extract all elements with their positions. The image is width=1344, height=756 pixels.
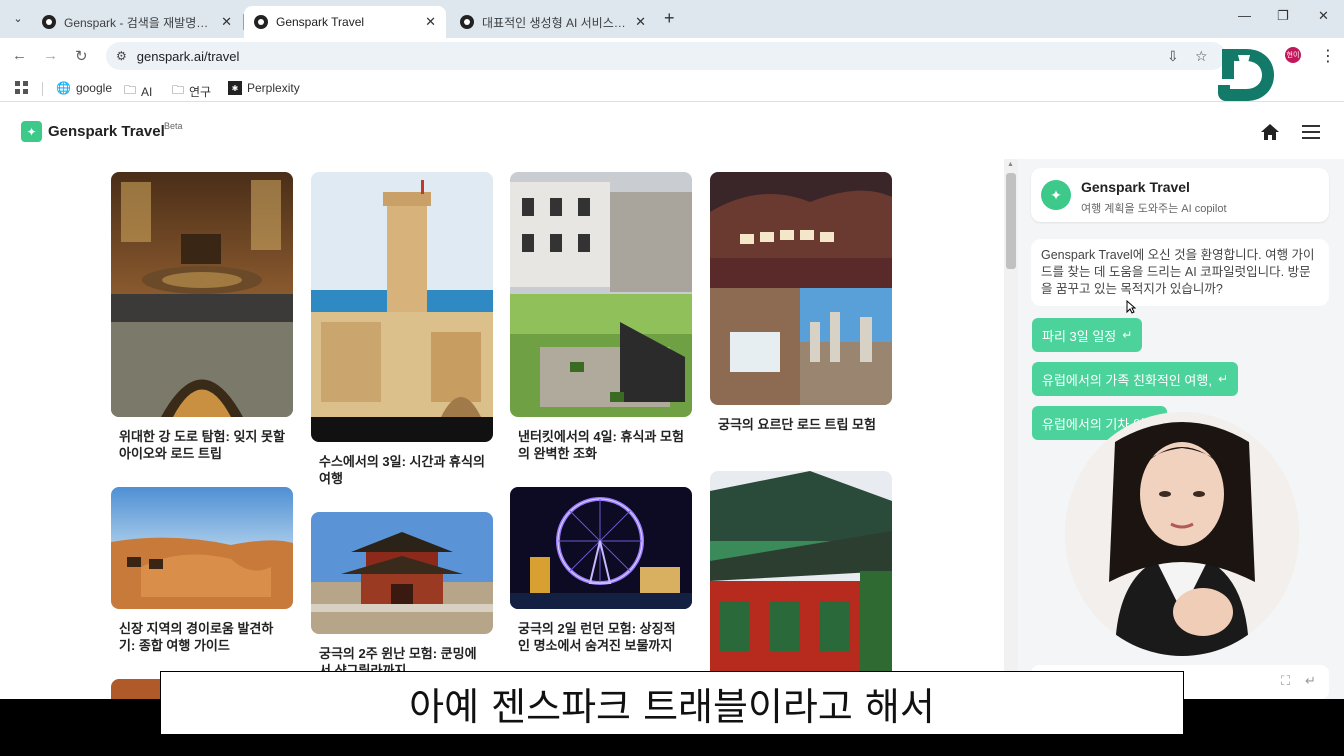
travel-guides-grid: 위대한 강 도로 탐험: 잊지 못할 아이오와 로드 트립 수스에서의 3일: … [0,159,1004,699]
tab-title: Genspark - 검색을 재발명하다 [64,15,214,30]
reload-icon[interactable]: ↻ [75,47,88,65]
address-bar[interactable]: ⚙ genspark.ai/travel [106,42,1226,70]
forward-arrow-icon[interactable]: → [43,47,58,64]
bookmark-research[interactable]: 🗀 연구 [172,81,211,102]
copilot-title: Genspark Travel [1081,179,1190,195]
card-title: 수스에서의 3일: 시간과 휴식의 여행 [319,454,485,486]
guide-card-nantucket[interactable]: 낸터킷에서의 4일: 휴식과 모험의 완벽한 조화 [510,172,692,462]
perplexity-icon: ✱ [228,81,242,95]
bookmarks-bar: 🌐 google 🗀 AI 🗀 연구 ✱ Perplexity [0,74,1344,102]
enter-icon: ↵ [1217,372,1228,386]
globe-icon: 🌐 [56,81,71,95]
bookmark-ai[interactable]: 🗀 AI [124,81,152,102]
install-app-icon[interactable]: ⇩ [1167,48,1179,65]
tab-search-chevron-icon[interactable]: ⌄ [8,8,28,28]
guide-card-palace[interactable] [710,471,892,699]
tab-ai-comparison[interactable]: 대표적인 생성형 AI 서비스 비교 ✕ [450,6,656,38]
browser-menu-icon[interactable]: ⋮ [1320,46,1336,66]
card-title: 낸터킷에서의 4일: 휴식과 모험의 완벽한 조화 [518,429,684,461]
scrollbar-thumb[interactable] [1006,173,1016,269]
copilot-header: ✦ Genspark Travel 여행 계획을 도와주는 AI copilot [1031,168,1329,222]
bookmark-perplexity[interactable]: ✱ Perplexity [228,81,300,95]
brand-title[interactable]: Genspark Travel [48,123,165,140]
url-text: genspark.ai/travel [136,48,240,64]
channel-logo-icon [1218,49,1274,101]
video-subtitle: 아예 젠스파크 트래블이라고 해서 [160,671,1184,735]
copilot-subtitle: 여행 계획을 도와주는 AI copilot [1081,203,1227,215]
card-image [710,172,892,405]
card-image [111,172,293,417]
minimize-button[interactable]: — [1238,8,1251,23]
card-title: 궁극의 2일 런던 모험: 상징적인 명소에서 숨겨진 보물까지 [518,621,676,653]
card-image [311,172,493,442]
card-title: 신장 지역의 경이로움 발견하기: 종합 여행 가이드 [119,621,274,653]
genspark-favicon-icon [460,15,474,29]
suggestion-label: 유럽에서의 가족 친화적인 여행, [1042,372,1212,388]
tab-close-icon[interactable]: ✕ [635,14,646,30]
genspark-favicon-icon [42,15,56,29]
card-title: 위대한 강 도로 탐험: 잊지 못할 아이오와 로드 트립 [119,429,285,461]
suggestion-europe-family[interactable]: 유럽에서의 가족 친화적인 여행, ↵ [1032,362,1238,396]
app-header: ✦ Genspark Travel Beta [0,103,1344,159]
bookmark-label: AI [141,84,153,99]
suggestion-label: 파리 3일 일정 [1042,328,1117,344]
guide-card-xinjiang[interactable]: 신장 지역의 경이로움 발견하기: 종합 여행 가이드 [111,487,293,654]
guide-card-sousse[interactable]: 수스에서의 3일: 시간과 휴식의 여행 [311,172,493,487]
tab-title: Genspark Travel [276,15,365,29]
content-scrollbar[interactable]: ▲ [1004,159,1018,699]
tab-close-icon[interactable]: ✕ [425,14,436,30]
bookmarks-divider [42,82,43,96]
genspark-logo-icon[interactable]: ✦ [21,121,42,142]
apps-grid-icon[interactable] [15,81,29,95]
scroll-up-icon[interactable]: ▲ [1007,161,1014,168]
guide-card-london[interactable]: 궁극의 2일 런던 모험: 상징적인 명소에서 숨겨진 보물까지 [510,487,692,654]
tab-title: 대표적인 생성형 AI 서비스 비교 [482,15,628,30]
guide-card-iowa[interactable]: 위대한 강 도로 탐험: 잊지 못할 아이오와 로드 트립 [111,172,293,462]
bookmark-star-icon[interactable]: ☆ [1195,48,1208,65]
close-window-button[interactable]: ✕ [1318,8,1329,24]
tab-genspark-travel[interactable]: Genspark Travel ✕ [244,6,446,38]
browser-toolbar: ← → ↻ ⚙ genspark.ai/travel ⇩ ☆ [0,38,1344,74]
restore-button[interactable]: ❐ [1277,8,1289,24]
profile-avatar[interactable]: 현이 [1285,47,1301,63]
browser-tab-strip: ⌄ Genspark - 검색을 재발명하다 ✕ Genspark Travel… [0,0,1344,38]
suggestion-paris-3days[interactable]: 파리 3일 일정 ↵ [1032,318,1143,352]
new-tab-button[interactable]: + [664,8,675,29]
folder-icon: 🗀 [172,83,185,97]
folder-icon: 🗀 [124,83,137,97]
card-image [111,487,293,609]
card-image [510,487,692,609]
guide-card-jordan[interactable]: 궁극의 요르단 로드 트립 모험 [710,172,892,433]
copilot-avatar-icon: ✦ [1041,180,1071,210]
home-icon[interactable] [1260,122,1280,142]
enter-icon: ↵ [1122,328,1133,342]
bookmark-label: Perplexity [247,81,300,95]
bookmark-label: google [75,81,112,95]
bookmark-label: 연구 [189,85,212,99]
back-arrow-icon[interactable]: ← [12,47,27,64]
send-return-icon[interactable]: ↵ [1305,673,1316,689]
bookmark-google[interactable]: 🌐 google [56,81,112,95]
card-title: 궁극의 요르단 로드 트립 모험 [718,417,876,432]
card-image [710,471,892,699]
welcome-message: Genspark Travel에 오신 것을 환영합니다. 여행 가이드를 찾는… [1031,239,1329,306]
mouse-cursor-icon [1126,300,1136,314]
card-image [311,512,493,634]
tab-close-icon[interactable]: ✕ [221,14,232,30]
beta-badge: Beta [164,121,183,131]
site-info-icon[interactable]: ⚙ [116,49,127,63]
presenter-webcam [1065,412,1299,656]
genspark-favicon-icon [254,15,268,29]
hamburger-menu-icon[interactable] [1302,125,1320,139]
tab-genspark-search[interactable]: Genspark - 검색을 재발명하다 ✕ [32,6,242,38]
card-image [510,172,692,417]
expand-icon[interactable]: ⛶ [1281,673,1290,689]
guide-card-yunnan[interactable]: 궁극의 2주 윈난 모험: 쿤밍에서 샹그릴라까지 [311,512,493,679]
